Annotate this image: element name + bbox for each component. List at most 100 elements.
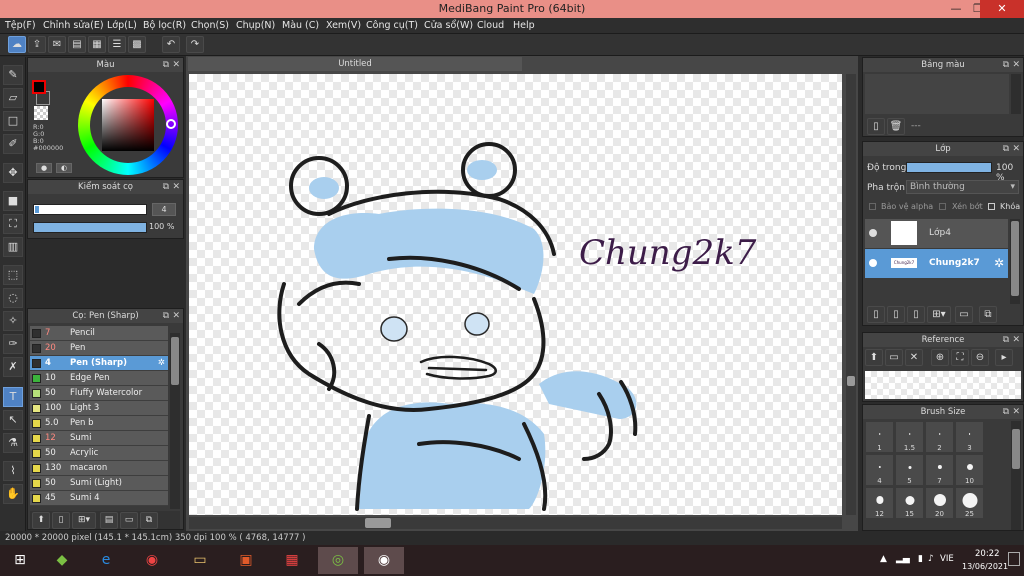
- layer-opacity-slider[interactable]: [906, 162, 992, 173]
- gradient-tool-icon[interactable]: ▥: [3, 237, 23, 257]
- redo-icon[interactable]: ↷: [186, 36, 204, 53]
- brush-item[interactable]: 4 Pen (Sharp) ✲: [30, 356, 168, 371]
- powerpoint-icon[interactable]: ▣: [226, 547, 266, 574]
- brush-size-cell[interactable]: 15: [895, 487, 924, 519]
- operation-tool-icon[interactable]: ↖: [3, 410, 23, 430]
- new-halftone-layer-icon[interactable]: ▯: [887, 306, 905, 323]
- menu-edit[interactable]: Chỉnh sửa(E): [43, 20, 104, 31]
- zoom-in-icon[interactable]: ⊕: [931, 349, 949, 366]
- new-brush-icon[interactable]: ▯: [52, 512, 70, 529]
- float-icon[interactable]: ⧉: [163, 58, 169, 72]
- battery-icon[interactable]: ▮: [918, 554, 923, 564]
- brush-opacity-slider[interactable]: [33, 222, 147, 233]
- share-icon[interactable]: ⇪: [28, 36, 46, 53]
- fit-icon[interactable]: ⛶: [951, 349, 969, 366]
- fill-rectangle-tool-icon[interactable]: ■: [3, 191, 23, 211]
- menu-filter[interactable]: Bộ lọc(R): [143, 20, 186, 31]
- float-icon[interactable]: ⧉: [163, 309, 169, 323]
- add-brush-icon[interactable]: ⊞▾: [72, 512, 96, 529]
- medibang-icon[interactable]: ◉: [364, 547, 404, 574]
- palette-scrollbar[interactable]: [1011, 74, 1021, 114]
- brush-item[interactable]: 100 Light 3: [30, 401, 168, 416]
- transparent-swatch[interactable]: [34, 106, 48, 120]
- brush-list-scrollbar[interactable]: [170, 333, 180, 509]
- magic-wand-tool-icon[interactable]: ✧: [3, 311, 23, 331]
- primary-color-swatch[interactable]: [32, 80, 46, 94]
- menu-tools[interactable]: Công cụ(T): [366, 20, 418, 31]
- close-panel-icon[interactable]: ✕: [1012, 405, 1020, 419]
- brush-size-value[interactable]: 4: [152, 203, 176, 216]
- brush-size-cell[interactable]: 1.5: [895, 421, 924, 453]
- brush-size-cell[interactable]: 1: [865, 421, 894, 453]
- close-panel-icon[interactable]: ✕: [1012, 58, 1020, 72]
- brush-item[interactable]: 7 Pencil: [30, 326, 168, 341]
- brush-item[interactable]: 5.0 Pen b: [30, 416, 168, 431]
- hue-handle[interactable]: [166, 119, 176, 129]
- gear-icon[interactable]: ✲: [994, 256, 1004, 270]
- menu-window[interactable]: Cửa sổ(W): [424, 20, 473, 31]
- float-icon[interactable]: ⧉: [163, 180, 169, 194]
- clock-time[interactable]: 20:22: [975, 549, 1000, 559]
- close-panel-icon[interactable]: ✕: [1012, 333, 1020, 347]
- brush-settings-icon[interactable]: ▤: [100, 512, 118, 529]
- close-panel-icon[interactable]: ✕: [172, 180, 180, 194]
- layer-folder-icon[interactable]: ▭: [955, 306, 973, 323]
- saturation-square[interactable]: [102, 99, 154, 151]
- add-layer-menu-icon[interactable]: ⊞▾: [927, 306, 951, 323]
- select-tool-icon[interactable]: ⬚: [3, 265, 23, 285]
- file-explorer-icon[interactable]: ▭: [180, 547, 220, 574]
- network-icon[interactable]: ▂▄: [896, 554, 910, 564]
- close-panel-icon[interactable]: ✕: [172, 309, 180, 323]
- document-icon[interactable]: ▦: [88, 36, 106, 53]
- grid-icon[interactable]: ▩: [128, 36, 146, 53]
- zoom-out-icon[interactable]: ⊖: [971, 349, 989, 366]
- move-tool-icon[interactable]: ✥: [3, 163, 23, 183]
- windows-start-icon[interactable]: ⊞: [0, 547, 40, 574]
- brush-size-scrollbar[interactable]: [1011, 421, 1021, 530]
- visibility-icon[interactable]: [869, 229, 877, 237]
- layer-row-layer4[interactable]: Lớp4: [865, 219, 1008, 248]
- lasso-tool-icon[interactable]: ◌: [3, 288, 23, 308]
- close-panel-icon[interactable]: ✕: [172, 58, 180, 72]
- protect-alpha-checkbox[interactable]: [869, 203, 876, 210]
- rectangle-tool-icon[interactable]: □: [3, 111, 23, 131]
- lock-checkbox[interactable]: [988, 203, 995, 210]
- camtasia-icon[interactable]: ◎: [318, 547, 358, 574]
- bucket-tool-icon[interactable]: ⛶: [3, 214, 23, 234]
- brush-size-cell[interactable]: 25: [955, 487, 984, 519]
- float-icon[interactable]: ⧉: [1003, 333, 1009, 347]
- menu-view[interactable]: Xem(V): [326, 20, 361, 31]
- menu-help[interactable]: Help: [513, 20, 535, 31]
- brush-tool-icon[interactable]: ✎: [3, 65, 23, 85]
- layer-scrollbar[interactable]: [1010, 219, 1020, 304]
- brush-item[interactable]: 45 Sumi 4: [30, 491, 168, 506]
- float-icon[interactable]: ⧉: [1003, 142, 1009, 156]
- tray-chevron-icon[interactable]: ▲: [880, 554, 887, 564]
- eyedropper-tool-icon[interactable]: ⚗: [3, 433, 23, 453]
- brush-item[interactable]: 20 Pen: [30, 341, 168, 356]
- palette-area[interactable]: [865, 74, 1009, 114]
- app-icon[interactable]: ▦: [272, 547, 312, 574]
- bluestacks-icon[interactable]: ◆: [42, 547, 82, 574]
- color-swap-button[interactable]: ◐: [56, 163, 72, 173]
- brush-size-cell[interactable]: 3: [955, 421, 984, 453]
- menu-file[interactable]: Tệp(F): [5, 20, 36, 31]
- close-reference-icon[interactable]: ✕: [905, 349, 923, 366]
- menu-capture[interactable]: Chụp(N): [236, 20, 275, 31]
- float-icon[interactable]: ⧉: [1003, 405, 1009, 419]
- menu-layer[interactable]: Lớp(L): [107, 20, 137, 31]
- notification-icon[interactable]: [1008, 552, 1020, 566]
- list-icon[interactable]: ☰: [108, 36, 126, 53]
- brush-item[interactable]: 130 macaron: [30, 461, 168, 476]
- cloud-upload-icon[interactable]: ⬆: [865, 349, 883, 366]
- brush-size-slider[interactable]: [33, 204, 147, 215]
- comment-icon[interactable]: ✉: [48, 36, 66, 53]
- menu-cloud[interactable]: Cloud: [477, 20, 504, 31]
- reference-options-icon[interactable]: ▸: [995, 349, 1013, 366]
- menu-color[interactable]: Màu (C): [282, 20, 319, 31]
- dropper-tool-icon[interactable]: ⌇: [3, 461, 23, 481]
- gear-icon[interactable]: ✲: [158, 356, 165, 370]
- blend-select[interactable]: Bình thường ▾: [906, 180, 1019, 194]
- text-tool-icon[interactable]: T: [3, 387, 23, 407]
- hue-ring[interactable]: [78, 75, 178, 175]
